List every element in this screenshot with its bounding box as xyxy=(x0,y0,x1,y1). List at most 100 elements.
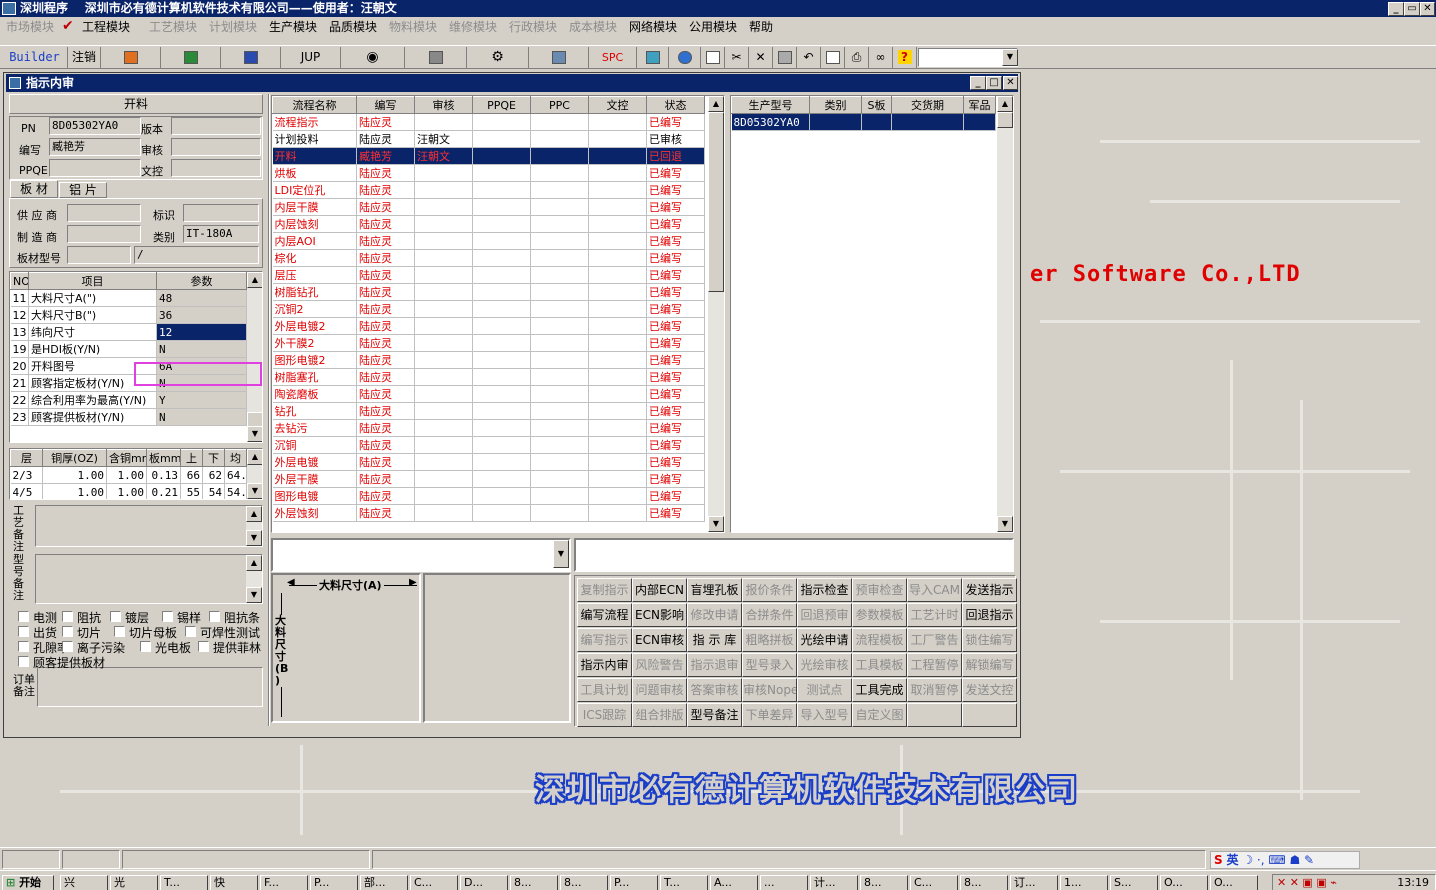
chevron-down-icon[interactable]: ▼ xyxy=(553,540,569,568)
table-row[interactable]: 23 顾客提供板材(Y/N) N xyxy=(10,408,247,426)
action-button[interactable]: 测试点 xyxy=(797,678,852,702)
param-value-cell[interactable]: 48 xyxy=(156,289,247,307)
flow-row[interactable]: 层压 陆应灵 已编写 xyxy=(272,266,705,284)
flow-row[interactable]: 外层电镀2 陆应灵 已编写 xyxy=(272,317,705,335)
excel-button[interactable] xyxy=(161,47,221,68)
board-model-field[interactable] xyxy=(67,246,131,264)
action-button[interactable] xyxy=(907,703,962,727)
flow-row[interactable]: 内层蚀刻 陆应灵 已编写 xyxy=(272,215,705,233)
action-button[interactable]: 合拼条件 xyxy=(742,603,797,627)
scroll-down-icon[interactable]: ▼ xyxy=(246,587,262,603)
taskbar-task[interactable]: A... xyxy=(710,875,758,890)
browser-button[interactable] xyxy=(669,47,701,68)
table-row[interactable]: 19 是HDI板(Y/N) N xyxy=(10,340,247,358)
taskbar-task[interactable]: 快 xyxy=(210,875,258,890)
flow-row[interactable]: 计划投料 陆应灵 汪朝文 已审核 xyxy=(272,130,705,148)
taskbar-task[interactable]: 8... xyxy=(860,875,908,890)
taskbar-task[interactable]: 部... xyxy=(360,875,408,890)
option-checkbox[interactable] xyxy=(62,611,73,622)
orders-scrollbar[interactable]: ▲ ▼ xyxy=(997,96,1013,532)
scroll-up-icon[interactable]: ▲ xyxy=(247,449,262,465)
taskbar-task[interactable]: 计... xyxy=(810,875,858,890)
menu-maintenance[interactable]: 维修模块 xyxy=(449,19,497,35)
action-button[interactable]: 导入型号 xyxy=(797,703,852,727)
flow-header-cell[interactable]: 文控 xyxy=(588,96,647,114)
type-field[interactable]: IT-180A xyxy=(183,225,259,243)
action-button[interactable]: 内部ECN xyxy=(632,578,687,602)
taskbar-task[interactable]: O... xyxy=(1160,875,1208,890)
action-button[interactable]: 取消暂停 xyxy=(907,678,962,702)
table-row[interactable]: 12 大料尺寸B(") 36 xyxy=(10,306,247,324)
menu-material[interactable]: 物料模块 xyxy=(389,19,437,35)
option-checkbox[interactable] xyxy=(114,626,125,637)
action-button[interactable]: 工厂警告 xyxy=(907,628,962,652)
action-button[interactable]: 工程暂停 xyxy=(907,653,962,677)
action-button[interactable]: 工具计划 xyxy=(577,678,632,702)
spc-button[interactable]: SPC xyxy=(589,47,637,68)
flow-row[interactable]: 陶瓷磨板 陆应灵 已编写 xyxy=(272,385,705,403)
option-checkbox[interactable] xyxy=(18,626,29,637)
taskbar-task[interactable]: 订... xyxy=(1010,875,1058,890)
save-button[interactable] xyxy=(773,47,797,68)
flow-header-cell[interactable]: PPQE xyxy=(472,96,531,114)
layers-header-cell[interactable]: 下 xyxy=(202,449,225,467)
order-row[interactable]: 8D05302YA0 xyxy=(731,113,996,131)
action-button[interactable] xyxy=(962,703,1017,727)
splitter[interactable] xyxy=(268,94,270,726)
action-button[interactable]: ICS跟踪 xyxy=(577,703,632,727)
option-checkbox[interactable] xyxy=(110,611,121,622)
flow-row[interactable]: 内层AOI 陆应灵 已编写 xyxy=(272,232,705,250)
action-button[interactable]: 参数模板 xyxy=(852,603,907,627)
model-note-field[interactable]: ▲ ▼ xyxy=(35,554,263,604)
action-button[interactable]: 答案审核 xyxy=(687,678,742,702)
param-value-cell[interactable]: 36 xyxy=(156,306,247,324)
flow-header-cell[interactable]: 状态 xyxy=(646,96,705,114)
flow-row[interactable]: 沉铜 陆应灵 已编写 xyxy=(272,436,705,454)
menu-process[interactable]: 工艺模块 xyxy=(149,19,197,35)
flow-row[interactable]: 外干膜2 陆应灵 已编写 xyxy=(272,334,705,352)
toolbar-combo[interactable]: ▼ xyxy=(918,48,1018,67)
close-button[interactable]: ✕ xyxy=(1420,2,1435,16)
taskbar-task[interactable]: 1... xyxy=(1060,875,1108,890)
flow-header-cell[interactable]: 流程名称 xyxy=(272,96,357,114)
flow-row[interactable]: 外层干膜 陆应灵 已编写 xyxy=(272,470,705,488)
eye-button[interactable]: ◉ xyxy=(341,47,405,68)
flow-row[interactable]: LDI定位孔 陆应灵 已编写 xyxy=(272,181,705,199)
action-button[interactable]: 流程模板 xyxy=(852,628,907,652)
flow-note-combo[interactable]: ▼ xyxy=(271,538,571,572)
orders-header-cell[interactable]: 类别 xyxy=(809,96,862,114)
menu-engineering[interactable]: 工程模块 xyxy=(82,19,130,35)
scroll-up-icon[interactable]: ▲ xyxy=(246,555,262,571)
layers-header-cell[interactable]: 铜厚(OZ) xyxy=(42,449,107,467)
scroll-down-icon[interactable]: ▼ xyxy=(708,516,724,532)
action-button[interactable]: 光绘审核 xyxy=(797,653,852,677)
start-button[interactable]: ⊞ 开始 xyxy=(2,875,54,890)
board-model-field-2[interactable]: / xyxy=(134,246,259,264)
minimize-button[interactable]: _ xyxy=(1388,2,1404,16)
find-button[interactable]: ∞ xyxy=(869,47,893,68)
flow-row[interactable]: 棕化 陆应灵 已编写 xyxy=(272,249,705,267)
param-value-cell[interactable]: N xyxy=(156,340,247,358)
flow-row[interactable]: 图形电镀 陆应灵 已编写 xyxy=(272,487,705,505)
param-value-cell[interactable]: N xyxy=(156,408,247,426)
database-button[interactable] xyxy=(405,47,467,68)
logout-button[interactable]: 注销 xyxy=(68,47,101,68)
action-button[interactable]: 指示退审 xyxy=(687,653,742,677)
action-button[interactable]: 解锁编写 xyxy=(962,653,1017,677)
scroll-thumb[interactable] xyxy=(997,112,1013,128)
taskbar-task[interactable]: 8... xyxy=(510,875,558,890)
taskbar-task[interactable]: F... xyxy=(260,875,308,890)
action-button[interactable]: 指示检查 xyxy=(797,578,852,602)
table-row[interactable]: 4/5 1.00 1.00 0.21 55 54 54. xyxy=(10,483,247,499)
tab-board[interactable]: 板 材 xyxy=(10,180,58,198)
action-button[interactable]: 组合排版 xyxy=(632,703,687,727)
action-button[interactable]: 发送文控 xyxy=(962,678,1017,702)
taskbar-task[interactable]: 光 xyxy=(110,875,158,890)
flow-header-cell[interactable]: PPC xyxy=(530,96,589,114)
taskbar-task[interactable]: P... xyxy=(610,875,658,890)
action-button[interactable]: 自定义图 xyxy=(852,703,907,727)
action-button[interactable]: 工具模板 xyxy=(852,653,907,677)
action-button[interactable]: ECN影响 xyxy=(632,603,687,627)
process-note-scrollbar[interactable]: ▲ ▼ xyxy=(246,506,262,546)
window-close-button[interactable]: ✕ xyxy=(1003,76,1018,90)
